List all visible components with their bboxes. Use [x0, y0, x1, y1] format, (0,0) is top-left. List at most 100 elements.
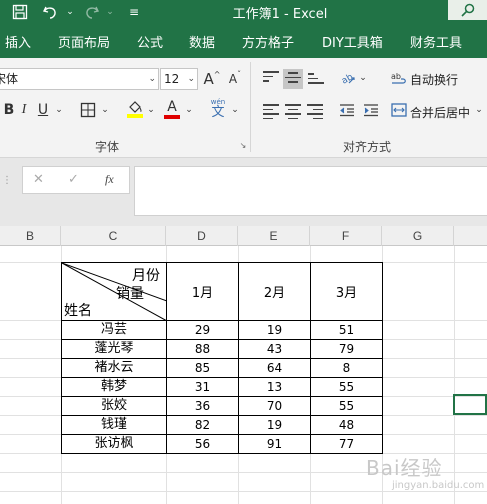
fill-color-button[interactable]: [125, 98, 145, 120]
value-cell[interactable]: 91: [238, 434, 311, 454]
table-row: 钱瑾 82 19 48: [61, 415, 383, 435]
month-header-cell[interactable]: 2月: [238, 262, 311, 321]
align-center-icon[interactable]: [285, 104, 301, 119]
redo-icon[interactable]: [82, 2, 102, 22]
value-cell[interactable]: 36: [166, 396, 239, 416]
tab-insert[interactable]: 插入: [5, 32, 31, 51]
align-left-icon[interactable]: [263, 104, 279, 119]
name-cell[interactable]: 钱瑾: [61, 415, 167, 435]
font-size-dropdown[interactable]: 12 ⌄: [160, 68, 198, 90]
column-header-h[interactable]: [454, 226, 487, 246]
value-cell[interactable]: 79: [310, 339, 383, 359]
column-header-d[interactable]: D: [166, 226, 238, 246]
column-header-f[interactable]: F: [310, 226, 382, 246]
phonetic-button[interactable]: wén 文: [208, 96, 228, 122]
font-dialog-launcher-icon[interactable]: ↘: [238, 140, 248, 150]
name-cell[interactable]: 韩梦: [61, 377, 167, 397]
align-bottom-icon[interactable]: [308, 73, 324, 87]
underline-dropdown[interactable]: ⌄: [54, 100, 64, 120]
value-cell[interactable]: 77: [310, 434, 383, 454]
merge-center-button[interactable]: 合并后居中: [410, 104, 470, 121]
align-right-icon[interactable]: [307, 104, 323, 119]
value-cell[interactable]: 88: [166, 339, 239, 359]
column-header-c[interactable]: C: [61, 226, 166, 246]
tab-fangfang-gezi[interactable]: 方方格子: [242, 32, 294, 51]
name-cell[interactable]: 张姣: [61, 396, 167, 416]
search-button[interactable]: [448, 0, 487, 20]
orientation-button[interactable]: ab: [338, 68, 358, 88]
font-name-dropdown[interactable]: 宋体 ⌄: [0, 68, 159, 90]
value-cell[interactable]: 64: [238, 358, 311, 378]
value-cell[interactable]: 70: [238, 396, 311, 416]
tab-data[interactable]: 数据: [189, 32, 215, 51]
diagonal-header-cell[interactable]: 月份 销量 姓名: [61, 262, 167, 321]
text-orientation-icon: ab: [340, 72, 355, 86]
save-icon[interactable]: [10, 2, 30, 22]
tab-diy-toolbox[interactable]: DIY工具箱: [322, 32, 383, 51]
font-color-swatch: [164, 115, 180, 119]
insert-function-icon[interactable]: fx: [105, 172, 114, 187]
font-color-dropdown[interactable]: ⌄: [184, 100, 194, 120]
borders-dropdown[interactable]: ⌄: [100, 100, 110, 120]
tab-finance-tools[interactable]: 财务工具: [410, 32, 462, 51]
undo-dropdown-icon[interactable]: ⌄: [60, 2, 80, 22]
underline-button[interactable]: U: [34, 100, 52, 120]
formula-buttons: ✕ ✓ fx: [22, 166, 130, 194]
borders-button[interactable]: [78, 100, 98, 120]
value-cell[interactable]: 43: [238, 339, 311, 359]
orientation-dropdown[interactable]: ⌄: [358, 68, 368, 88]
column-header-e[interactable]: E: [238, 226, 310, 246]
value-cell[interactable]: 82: [166, 415, 239, 435]
confirm-icon[interactable]: ✓: [68, 172, 79, 187]
drag-handle-icon[interactable]: ⋮: [2, 172, 12, 188]
increase-indent-icon[interactable]: [362, 100, 380, 120]
tab-page-layout[interactable]: 页面布局: [58, 32, 110, 51]
column-header-b[interactable]: B: [0, 226, 61, 246]
value-cell[interactable]: 55: [310, 377, 383, 397]
name-cell[interactable]: 张访枫: [61, 434, 167, 454]
active-cell-selection[interactable]: [453, 394, 487, 415]
shrink-font-label: A: [228, 72, 238, 86]
wrap-text-icon[interactable]: ab: [390, 68, 408, 88]
value-cell[interactable]: 51: [310, 320, 383, 340]
tab-formulas[interactable]: 公式: [137, 32, 163, 51]
wrap-text-button[interactable]: 自动换行: [410, 71, 458, 88]
name-cell[interactable]: 褚水云: [61, 358, 167, 378]
cancel-icon[interactable]: ✕: [33, 172, 44, 187]
value-cell[interactable]: 48: [310, 415, 383, 435]
value-cell[interactable]: 85: [166, 358, 239, 378]
redo-dropdown-icon[interactable]: ⌄: [100, 2, 120, 22]
merge-center-dropdown[interactable]: ⌄: [474, 100, 484, 120]
formula-input[interactable]: [134, 166, 487, 216]
column-header-g[interactable]: G: [382, 226, 454, 246]
grow-font-button[interactable]: A ^: [203, 68, 221, 90]
italic-button[interactable]: I: [16, 100, 32, 120]
value-cell[interactable]: 56: [166, 434, 239, 454]
month-header-cell[interactable]: 3月: [310, 262, 383, 321]
undo-icon[interactable]: [40, 2, 60, 22]
value-cell[interactable]: 19: [238, 320, 311, 340]
font-size-value: 12: [164, 72, 180, 86]
value-cell[interactable]: 29: [166, 320, 239, 340]
fill-color-dropdown[interactable]: ⌄: [146, 100, 156, 120]
decrease-indent-icon[interactable]: [338, 100, 356, 120]
align-middle-icon[interactable]: [283, 69, 303, 89]
merge-center-icon[interactable]: [390, 100, 408, 120]
value-cell[interactable]: 8: [310, 358, 383, 378]
phonetic-label: 文: [211, 105, 225, 120]
customize-toolbar-icon[interactable]: ≡: [124, 2, 144, 22]
shrink-font-button[interactable]: Aˇ: [226, 68, 244, 90]
align-top-icon[interactable]: [263, 71, 279, 85]
name-cell[interactable]: 蓬光琴: [61, 339, 167, 359]
value-cell[interactable]: 13: [238, 377, 311, 397]
grow-font-label: A: [203, 70, 214, 88]
name-cell[interactable]: 冯芸: [61, 320, 167, 340]
value-cell[interactable]: 55: [310, 396, 383, 416]
phonetic-dropdown[interactable]: ⌄: [230, 100, 240, 120]
table-row: 韩梦 31 13 55: [61, 377, 383, 397]
value-cell[interactable]: 31: [166, 377, 239, 397]
font-color-button[interactable]: A: [163, 98, 181, 120]
table-row: 褚水云 85 64 8: [61, 358, 383, 378]
value-cell[interactable]: 19: [238, 415, 311, 435]
month-header-cell[interactable]: 1月: [166, 262, 239, 321]
